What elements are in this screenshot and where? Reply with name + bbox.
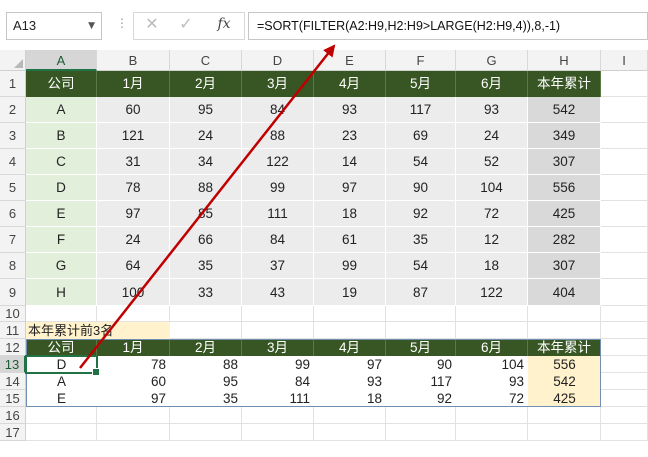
arrow-line xyxy=(79,44,336,369)
annotation-arrow xyxy=(79,44,336,369)
